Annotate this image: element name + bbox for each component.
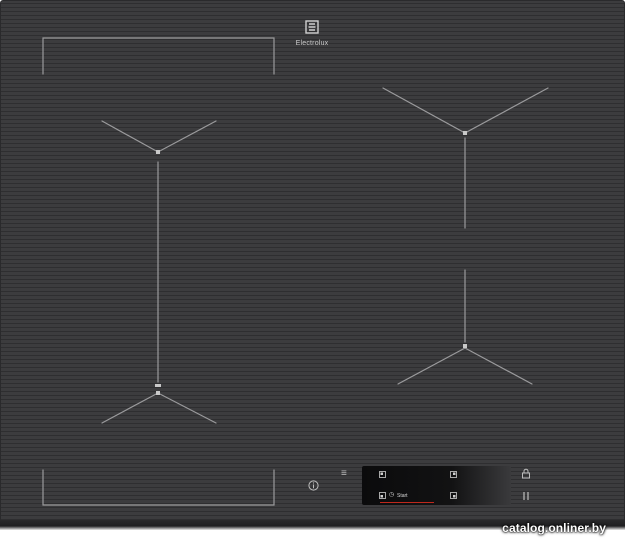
zone-bottom-right-icon[interactable] [450, 492, 457, 499]
induction-hob-glass: Electrolux ≡ ◷ Start [0, 0, 625, 524]
brand-name: Electrolux [295, 40, 329, 47]
zone-top-left-icon[interactable] [379, 471, 386, 478]
watermark: catalog.onliner.by [502, 521, 606, 535]
pause-icon[interactable] [522, 491, 530, 501]
bridge-zone-bottom-bracket [42, 469, 275, 506]
menu-icon[interactable]: ≡ [341, 469, 347, 479]
bridge-zone-top-bracket [42, 37, 275, 75]
brand: Electrolux [282, 20, 342, 47]
right-bottom-zone-dot [463, 344, 467, 348]
right-top-zone-dot [463, 131, 467, 135]
display-red-accent-line [380, 502, 434, 503]
left-zone-top-dot [156, 150, 160, 154]
lock-icon[interactable] [521, 468, 531, 479]
left-zone-bottom-marker [101, 392, 217, 424]
cooking-zone-markings [42, 37, 549, 506]
electrolux-logo-icon [305, 20, 319, 34]
info-icon[interactable] [308, 480, 319, 491]
left-zone-top-marker [101, 120, 217, 153]
left-zone-bottom-dot [156, 391, 160, 395]
zone-top-right-icon[interactable] [450, 471, 457, 478]
left-zone-pot-icon [155, 384, 161, 387]
right-top-zone-marker [382, 87, 549, 134]
start-label[interactable]: Start [397, 493, 408, 499]
right-bottom-zone-marker [397, 347, 533, 385]
control-display[interactable]: ◷ Start [362, 466, 511, 505]
zone-bottom-left-icon[interactable] [379, 492, 386, 499]
timer-icon: ◷ [389, 492, 395, 498]
